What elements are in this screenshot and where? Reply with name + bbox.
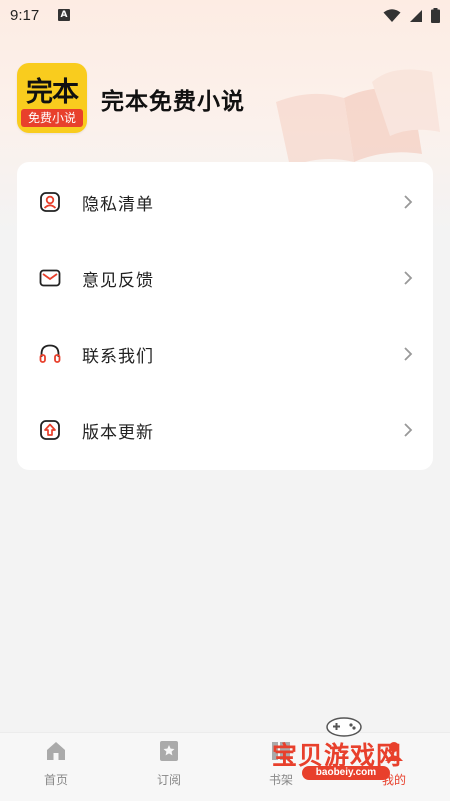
status-bar: 9:17 A bbox=[0, 0, 450, 32]
headset-icon bbox=[39, 344, 61, 363]
nav-label-subscribe: 订阅 bbox=[156, 773, 181, 787]
chevron-right-icon bbox=[404, 347, 413, 361]
menu-label-contact: 联系我们 bbox=[82, 346, 154, 367]
home-icon bbox=[47, 742, 65, 760]
update-icon bbox=[40, 420, 60, 440]
privacy-icon bbox=[40, 192, 60, 212]
wifi-icon bbox=[383, 8, 401, 22]
menu-card: 隐私清单 意见反馈 联系我们 版本更新 bbox=[17, 162, 433, 470]
nav-item-subscribe[interactable]: 订阅 bbox=[129, 739, 209, 788]
signal-icon bbox=[410, 9, 422, 22]
menu-item-feedback[interactable]: 意见反馈 bbox=[17, 240, 433, 316]
menu-label-update: 版本更新 bbox=[82, 422, 154, 443]
status-time: 9:17 bbox=[10, 7, 40, 24]
menu-item-contact[interactable]: 联系我们 bbox=[17, 316, 433, 392]
mail-icon bbox=[39, 269, 61, 287]
chevron-right-icon bbox=[404, 195, 413, 209]
book-decoration-icon bbox=[276, 69, 440, 167]
chevron-right-icon bbox=[404, 271, 413, 285]
logo-band-text: 免费小说 bbox=[21, 109, 83, 127]
watermark: 宝贝游戏网 baobeiy.com bbox=[272, 714, 422, 794]
watermark-url: baobeiy.com bbox=[302, 766, 390, 780]
gamepad-icon bbox=[326, 717, 362, 737]
menu-item-privacy[interactable]: 隐私清单 bbox=[17, 164, 433, 240]
menu-label-privacy: 隐私清单 bbox=[82, 194, 154, 215]
menu-label-feedback: 意见反馈 bbox=[82, 270, 154, 291]
nav-label-home: 首页 bbox=[43, 773, 68, 787]
notification-icon: A bbox=[58, 9, 70, 21]
app-name: 完本免费小说 bbox=[101, 89, 245, 115]
bookmark-star-icon bbox=[160, 741, 178, 761]
nav-item-home[interactable]: 首页 bbox=[16, 739, 96, 788]
status-icons bbox=[383, 8, 440, 23]
chevron-right-icon bbox=[404, 423, 413, 437]
battery-icon bbox=[431, 8, 440, 23]
logo-main-text: 完本 bbox=[26, 77, 79, 108]
app-logo: 完本 免费小说 bbox=[17, 63, 87, 133]
menu-item-update[interactable]: 版本更新 bbox=[17, 392, 433, 468]
